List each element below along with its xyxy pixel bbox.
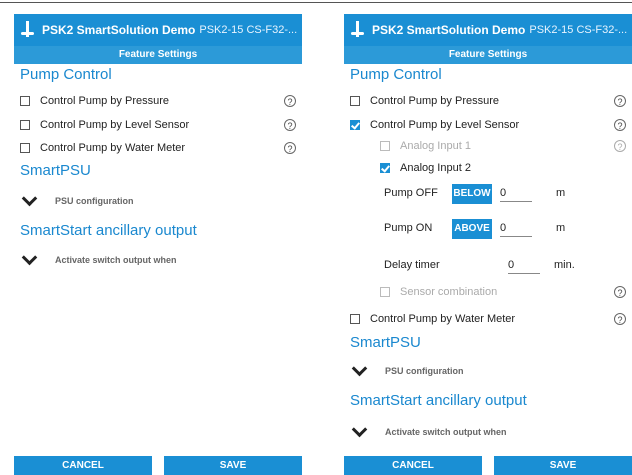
psu-config-toggle[interactable]: PSU configuration xyxy=(21,190,296,210)
device-name: PSK2-15 CS-F32-... xyxy=(199,24,298,36)
cancel-button[interactable]: CANCEL xyxy=(14,456,152,475)
help-icon[interactable]: ? xyxy=(614,95,626,107)
analog-input-1-label: Analog Input 1 xyxy=(400,140,471,152)
pump-on-label: Pump ON xyxy=(384,222,433,234)
page-title: Feature Settings xyxy=(14,46,302,64)
title-bar: PSK2 SmartSolution Demo PSK2-15 CS-F32-.… xyxy=(344,14,632,46)
pump-off-unit: m xyxy=(556,187,566,199)
page-title: Feature Settings xyxy=(344,46,632,64)
switch-output-toggle[interactable]: Activate switch output when xyxy=(351,421,626,441)
meter-option[interactable]: Control Pump by Water Meter ? xyxy=(20,138,296,158)
app-logo-icon xyxy=(350,21,366,39)
pressure-option[interactable]: Control Pump by Pressure ? xyxy=(20,91,296,111)
pressure-option[interactable]: Control Pump by Pressure ? xyxy=(350,91,626,111)
sensor-combination-checkbox[interactable] xyxy=(380,287,390,297)
footer-bar: CANCEL SAVE xyxy=(344,456,632,475)
cancel-button[interactable]: CANCEL xyxy=(344,456,482,475)
help-icon[interactable]: ? xyxy=(614,119,626,131)
top-rule xyxy=(0,2,632,3)
device-name: PSK2-15 CS-F32-... xyxy=(529,24,628,36)
sensor-combination-label: Sensor combination xyxy=(400,286,498,298)
chevron-down-icon xyxy=(21,249,38,266)
level-option[interactable]: Control Pump by Level Sensor ? xyxy=(350,115,626,135)
save-button[interactable]: SAVE xyxy=(164,456,302,475)
meter-label: Control Pump by Water Meter xyxy=(370,313,516,325)
smartstart-heading: SmartStart ancillary output xyxy=(20,222,197,239)
analog-input-2-checkbox[interactable] xyxy=(380,163,390,173)
pressure-checkbox[interactable] xyxy=(350,96,360,106)
chevron-down-icon xyxy=(21,190,38,207)
pressure-label: Control Pump by Pressure xyxy=(40,95,169,107)
meter-option[interactable]: Control Pump by Water Meter ? xyxy=(350,309,626,329)
level-option[interactable]: Control Pump by Level Sensor ? xyxy=(20,115,296,135)
meter-label: Control Pump by Water Meter xyxy=(40,142,186,154)
analog-input-1-option[interactable]: Analog Input 1 ? xyxy=(380,136,626,156)
smartpsu-heading: SmartPSU xyxy=(20,162,91,179)
meter-checkbox[interactable] xyxy=(20,143,30,153)
chevron-down-icon xyxy=(351,421,368,438)
pump-control-heading: Pump Control xyxy=(20,66,112,83)
pump-off-mode-button[interactable]: BELOW xyxy=(452,184,492,204)
analog-input-1-checkbox[interactable] xyxy=(380,141,390,151)
app-title: PSK2 SmartSolution Demo xyxy=(372,23,526,37)
psu-config-toggle[interactable]: PSU configuration xyxy=(351,360,626,380)
pump-off-input[interactable]: 0 xyxy=(500,185,532,202)
title-bar: PSK2 SmartSolution Demo PSK2-15 CS-F32-.… xyxy=(14,14,302,46)
pressure-checkbox[interactable] xyxy=(20,96,30,106)
delay-timer-unit: min. xyxy=(554,259,575,271)
pump-on-mode-button[interactable]: ABOVE xyxy=(452,219,492,239)
switch-output-label: Activate switch output when xyxy=(55,255,177,265)
help-icon[interactable]: ? xyxy=(284,119,296,131)
help-icon[interactable]: ? xyxy=(284,142,296,154)
switch-output-toggle[interactable]: Activate switch output when xyxy=(21,249,296,269)
delay-timer-input[interactable]: 0 xyxy=(508,257,540,274)
analog-input-2-option[interactable]: Analog Input 2 xyxy=(380,158,626,178)
sensor-combination-option[interactable]: Sensor combination ? xyxy=(380,282,626,302)
right-screen: PSK2 SmartSolution Demo PSK2-15 CS-F32-.… xyxy=(344,14,632,475)
psu-config-label: PSU configuration xyxy=(385,366,464,376)
switch-output-label: Activate switch output when xyxy=(385,427,507,437)
app-title: PSK2 SmartSolution Demo xyxy=(42,23,196,37)
pump-off-label: Pump OFF xyxy=(384,187,438,199)
psu-config-label: PSU configuration xyxy=(55,196,134,206)
help-icon[interactable]: ? xyxy=(614,286,626,298)
help-icon[interactable]: ? xyxy=(284,95,296,107)
chevron-down-icon xyxy=(351,360,368,377)
help-icon[interactable]: ? xyxy=(614,140,626,152)
pressure-label: Control Pump by Pressure xyxy=(370,95,499,107)
level-checkbox[interactable] xyxy=(20,120,30,130)
meter-checkbox[interactable] xyxy=(350,314,360,324)
help-icon[interactable]: ? xyxy=(614,313,626,325)
level-checkbox[interactable] xyxy=(350,120,360,130)
pump-on-input[interactable]: 0 xyxy=(500,220,532,237)
smartpsu-heading: SmartPSU xyxy=(350,334,421,351)
delay-timer-label: Delay timer xyxy=(384,259,440,271)
footer-bar: CANCEL SAVE xyxy=(14,456,302,475)
app-logo-icon xyxy=(20,21,36,39)
smartstart-heading: SmartStart ancillary output xyxy=(350,392,527,409)
pump-on-unit: m xyxy=(556,222,566,234)
pump-control-heading: Pump Control xyxy=(350,66,442,83)
save-button[interactable]: SAVE xyxy=(494,456,632,475)
analog-input-2-label: Analog Input 2 xyxy=(400,162,471,174)
left-screen: PSK2 SmartSolution Demo PSK2-15 CS-F32-.… xyxy=(14,14,302,475)
level-label: Control Pump by Level Sensor xyxy=(370,119,520,131)
level-label: Control Pump by Level Sensor xyxy=(40,119,190,131)
